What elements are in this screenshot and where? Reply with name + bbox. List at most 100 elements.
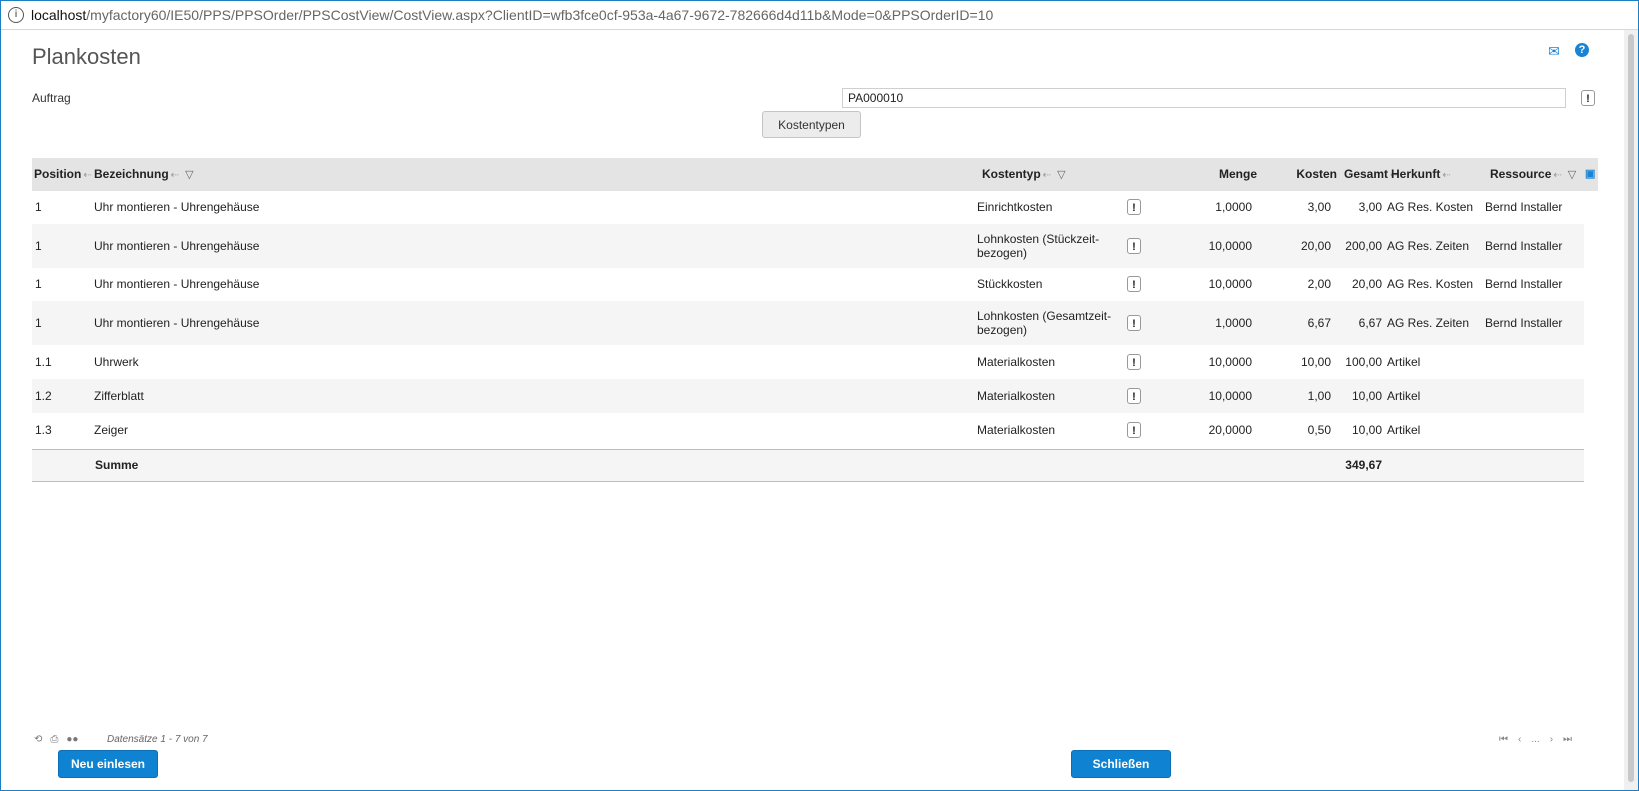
column-header-kosten[interactable]: Kosten	[1262, 158, 1337, 191]
cell-bezeichnung: Uhr montieren - Uhrengehäuse	[94, 239, 260, 253]
cell-position: 1	[35, 316, 42, 330]
column-header-label: Herkunft	[1391, 167, 1441, 181]
page-title: Plankosten	[32, 44, 141, 69]
cell-gesamt: 10,00	[1351, 423, 1382, 437]
cell-gesamt: 3,00	[1358, 200, 1382, 214]
table-row[interactable]: 1.1 Uhrwerk Materialkosten ! 10,0000 10,…	[32, 345, 1584, 379]
cell-kosten: 0,50	[1307, 423, 1331, 437]
cell-kosten: 6,67	[1307, 316, 1331, 330]
table-row[interactable]: 1.2 Zifferblatt Materialkosten ! 10,0000…	[32, 379, 1584, 413]
cell-herkunft: AG Res. Zeiten	[1387, 316, 1470, 330]
table-row[interactable]: 1 Uhr montieren - Uhrengehäuse Einrichtk…	[32, 191, 1584, 224]
cell-position: 1.3	[35, 423, 52, 437]
sort-icon[interactable]: ⇠	[1442, 170, 1450, 181]
sum-value: 349,67	[1345, 458, 1382, 472]
cell-gesamt: 6,67	[1358, 316, 1382, 330]
cell-kostentyp: Lohnkosten (Gesamtzeit-bezogen)	[977, 309, 1112, 337]
cell-kosten: 1,00	[1307, 389, 1331, 403]
table-row[interactable]: 1.3 Zeiger Materialkosten ! 20,0000 0,50…	[32, 413, 1584, 447]
help-icon[interactable]: ?	[1575, 43, 1589, 57]
refresh-icon[interactable]: ⟲	[34, 734, 42, 745]
cell-gesamt: 20,00	[1351, 277, 1382, 291]
prev-page-icon[interactable]: ‹	[1518, 734, 1521, 745]
neu-einlesen-button[interactable]: Neu einlesen	[58, 750, 158, 778]
cell-menge: 10,0000	[1208, 239, 1252, 253]
column-header-ressource[interactable]: Ressource ⇠ ▽	[1490, 158, 1576, 191]
cell-kosten: 3,00	[1307, 200, 1331, 214]
auftrag-lookup-button[interactable]: !	[1581, 90, 1595, 106]
last-page-icon[interactable]: ⏭	[1563, 734, 1572, 745]
cell-gesamt: 10,00	[1351, 389, 1382, 403]
print-icon[interactable]: ⎙	[50, 734, 58, 745]
kostentyp-lookup-button[interactable]: !	[1127, 276, 1141, 292]
column-header-kostentyp[interactable]: Kostentyp ⇠ ▽	[982, 158, 1066, 191]
cell-herkunft: Artikel	[1387, 423, 1421, 437]
table-row[interactable]: 1 Uhr montieren - Uhrengehäuse Lohnkoste…	[32, 224, 1584, 268]
column-header-bezeichnung[interactable]: Bezeichnung ⇠ ▽	[94, 158, 194, 191]
sort-icon[interactable]: ⇠	[1553, 170, 1561, 181]
settings-icon[interactable]: ●●	[66, 734, 78, 745]
kostentypen-button[interactable]: Kostentypen	[762, 111, 861, 138]
column-header-label: Bezeichnung	[94, 167, 169, 181]
sum-label: Summe	[95, 458, 139, 472]
cell-kostentyp: Einrichtkosten	[977, 200, 1053, 214]
cell-herkunft: AG Res. Kosten	[1387, 200, 1474, 214]
pager: ⏮ ‹... › ⏭	[1499, 734, 1582, 745]
column-header-label: Position	[34, 167, 82, 181]
schliessen-button[interactable]: Schließen	[1071, 750, 1171, 778]
cell-bezeichnung: Uhr montieren - Uhrengehäuse	[94, 277, 260, 291]
column-header-label: Ressource	[1490, 167, 1552, 181]
cell-kostentyp: Lohnkosten (Stückzeit-bezogen)	[977, 232, 1100, 260]
kostentyp-lookup-button[interactable]: !	[1127, 354, 1141, 370]
cell-herkunft: AG Res. Zeiten	[1387, 239, 1470, 253]
mail-icon[interactable]: ✉	[1546, 43, 1562, 59]
kostentyp-lookup-button[interactable]: !	[1127, 199, 1141, 215]
kostentyp-lookup-button[interactable]: !	[1127, 315, 1141, 331]
filter-icon[interactable]: ▽	[185, 169, 193, 181]
cell-kostentyp: Stückkosten	[977, 277, 1043, 291]
cell-herkunft: Artikel	[1387, 389, 1421, 403]
auftrag-input[interactable]	[842, 88, 1566, 108]
sort-icon[interactable]: ⇠	[83, 170, 91, 181]
kostentyp-lookup-button[interactable]: !	[1127, 238, 1141, 254]
sort-icon[interactable]: ⇠	[171, 170, 179, 181]
kostentyp-lookup-button[interactable]: !	[1127, 388, 1141, 404]
cell-kosten: 20,00	[1300, 239, 1331, 253]
cell-menge: 1,0000	[1215, 316, 1252, 330]
filter-icon[interactable]: ▽	[1568, 169, 1576, 181]
table-row[interactable]: 1 Uhr montieren - Uhrengehäuse Stückkost…	[32, 268, 1584, 301]
first-page-icon[interactable]: ⏮	[1499, 734, 1508, 745]
cell-herkunft: AG Res. Kosten	[1387, 277, 1474, 291]
column-header-label: Kostentyp	[982, 167, 1041, 181]
column-header-position[interactable]: Position ⇠	[34, 158, 92, 191]
scrollbar-thumb[interactable]	[1628, 34, 1634, 782]
url-host: localhost	[31, 7, 87, 23]
cell-ressource: Bernd Installer	[1485, 239, 1563, 253]
kostentyp-lookup-button[interactable]: !	[1127, 422, 1141, 438]
url-path: /myfactory60/IE50/PPS/PPSOrder/PPSCostVi…	[86, 7, 994, 23]
cell-bezeichnung: Uhrwerk	[94, 355, 139, 369]
cell-bezeichnung: Uhr montieren - Uhrengehäuse	[94, 200, 260, 214]
table-row[interactable]: 1 Uhr montieren - Uhrengehäuse Lohnkoste…	[32, 301, 1584, 345]
records-count: Datensätze 1 - 7 von 7	[107, 734, 208, 745]
cell-herkunft: Artikel	[1387, 355, 1421, 369]
cell-position: 1	[35, 277, 42, 291]
filter-icon[interactable]: ▽	[1057, 169, 1065, 181]
sum-row: Summe 349,67	[32, 449, 1584, 482]
sort-icon[interactable]: ⇠	[1043, 170, 1051, 181]
cell-bezeichnung: Zifferblatt	[94, 389, 144, 403]
next-page-icon[interactable]: ›	[1550, 734, 1553, 745]
cell-kosten: 10,00	[1300, 355, 1331, 369]
address-bar[interactable]: i localhost/myfactory60/IE50/PPS/PPSOrde…	[1, 1, 1638, 30]
column-header-label: Gesamt	[1344, 167, 1389, 181]
cell-menge: 10,0000	[1208, 277, 1252, 291]
cell-ressource: Bernd Installer	[1485, 316, 1563, 330]
cell-bezeichnung: Uhr montieren - Uhrengehäuse	[94, 316, 260, 330]
cell-menge: 20,0000	[1208, 423, 1252, 437]
info-icon[interactable]: i	[8, 7, 24, 23]
column-chooser-icon[interactable]: ▣	[1585, 158, 1595, 191]
column-header-menge[interactable]: Menge	[1187, 158, 1257, 191]
column-header-herkunft[interactable]: Herkunft ⇠	[1391, 158, 1451, 191]
vertical-scrollbar[interactable]	[1624, 30, 1638, 790]
page-ellipsis[interactable]: ...	[1531, 734, 1539, 745]
